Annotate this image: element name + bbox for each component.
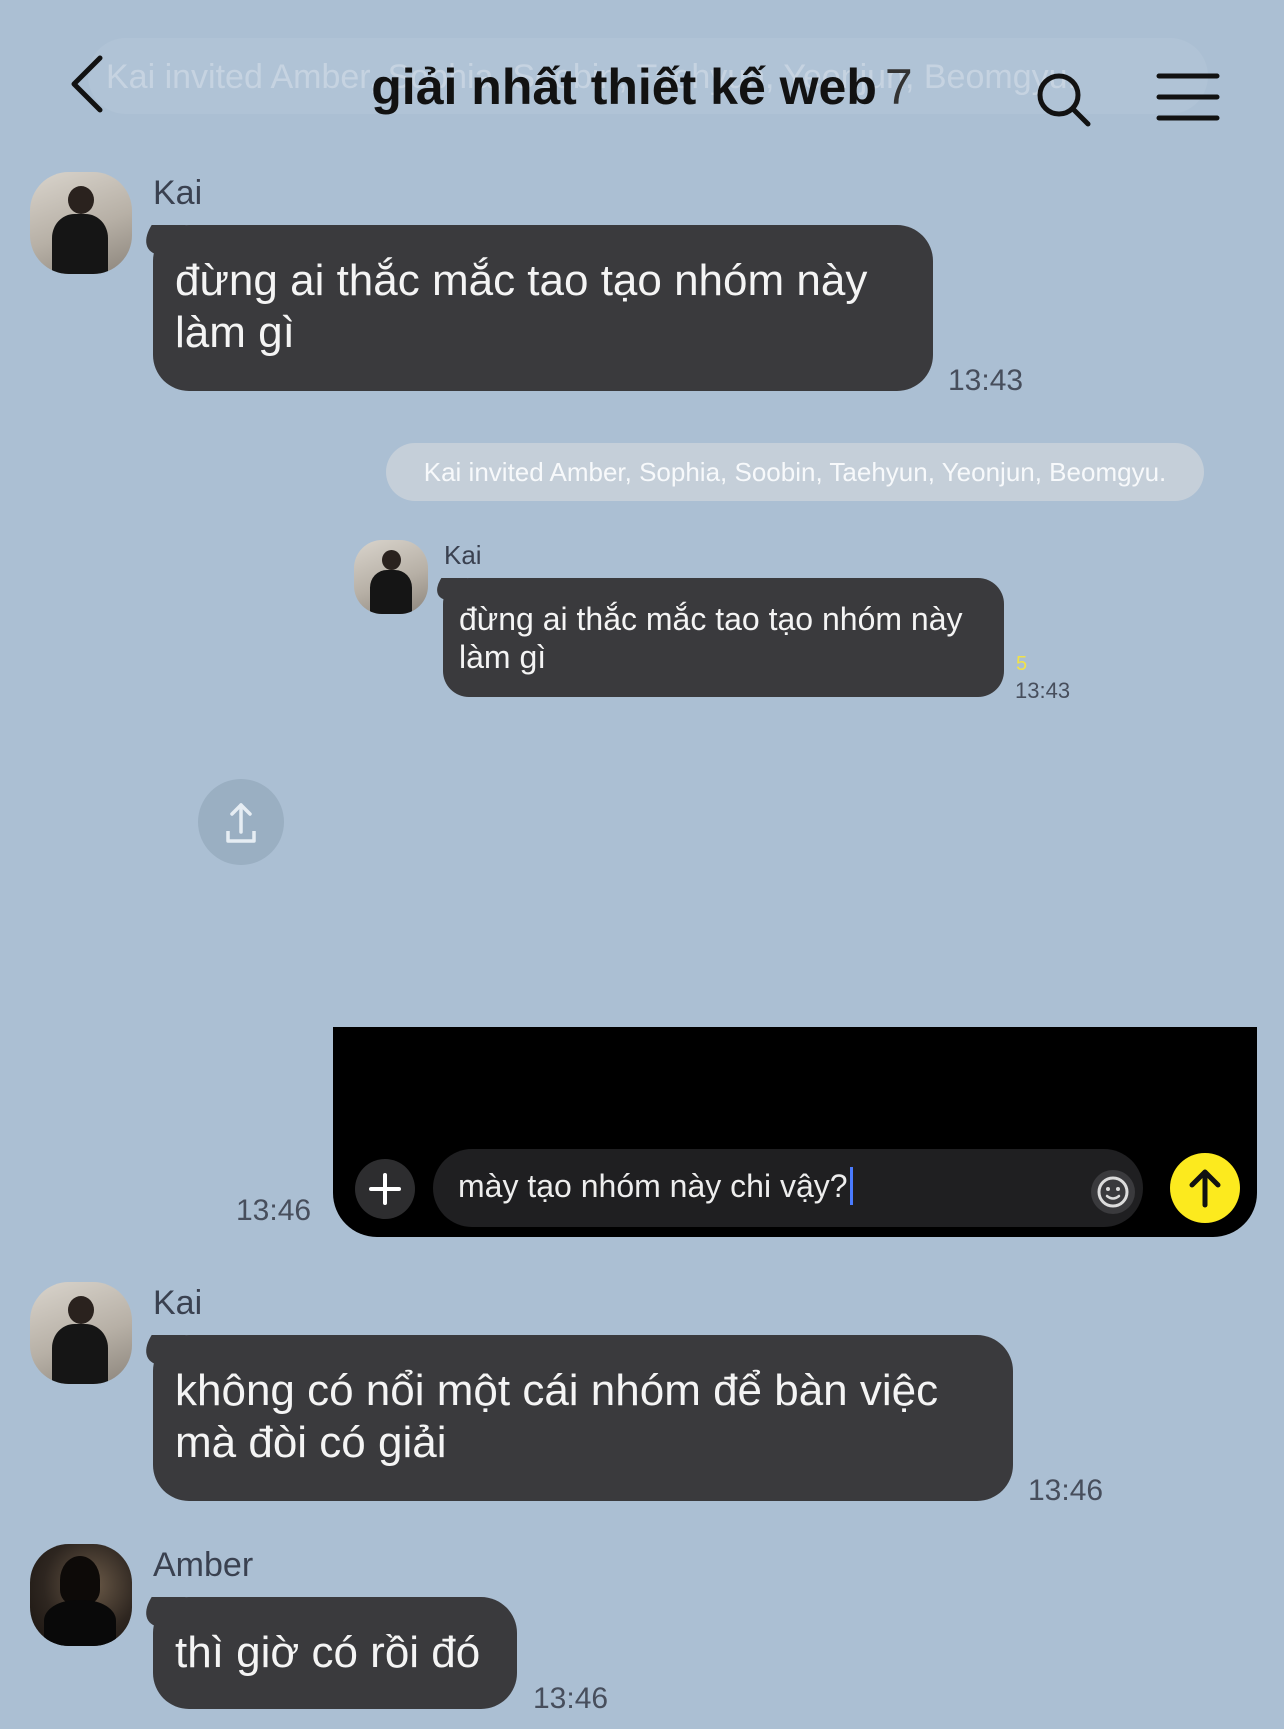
send-arrow-icon — [1189, 1169, 1221, 1208]
message-time: 13:46 — [533, 1682, 609, 1715]
system-notice: Kai invited Amber, Sophia, Soobin, Taehy… — [386, 443, 1204, 501]
sender-name-small: Kai — [444, 540, 482, 570]
image-time: 13:46 — [236, 1194, 312, 1227]
share-button[interactable] — [198, 779, 284, 865]
unread-count: 5 — [1016, 653, 1028, 675]
message-time: 13:46 — [1028, 1474, 1104, 1507]
emoji-button — [1089, 1168, 1137, 1216]
menu-icon — [1156, 73, 1220, 121]
plus-icon — [369, 1173, 401, 1205]
share-icon — [226, 803, 256, 843]
send-button — [1170, 1153, 1240, 1223]
sender-name: Kai — [153, 174, 203, 212]
composer-image[interactable]: mày tạo nhóm này chi vậy? — [333, 1027, 1257, 1237]
avatar-kai[interactable] — [30, 1282, 132, 1384]
message-text-line: mà đòi có giải — [175, 1418, 447, 1467]
avatar-kai-small — [354, 540, 428, 614]
menu-button[interactable] — [1156, 72, 1220, 122]
message-text-line: thì giờ có rồi đó — [175, 1628, 481, 1677]
avatar-amber[interactable] — [30, 1544, 132, 1646]
sender-name: Amber — [153, 1546, 254, 1584]
message-bubble[interactable]: không có nổi một cái nhóm để bàn việc mà… — [153, 1335, 1013, 1501]
input-text: mày tạo nhóm này chi vậy? — [458, 1168, 848, 1204]
member-count: 7 — [884, 59, 913, 115]
search-button[interactable] — [1034, 70, 1094, 130]
message-text-line: đừng ai thắc mắc tao tạo nhóm này — [175, 256, 868, 305]
avatar-kai[interactable] — [30, 172, 132, 274]
message-text-line: không có nổi một cái nhóm để bàn việc — [175, 1366, 939, 1415]
quoted-time: 13:43 — [1015, 678, 1071, 703]
text-caret — [849, 1167, 853, 1205]
quoted-message-bubble: đừng ai thắc mắc tao tạo nhóm này làm gì — [443, 578, 1004, 697]
sender-name: Kai — [153, 1284, 203, 1322]
emoji-icon — [1091, 1170, 1135, 1214]
chat-title-text: giải nhất thiết kế web — [371, 59, 877, 115]
quoted-text-line: đừng ai thắc mắc tao tạo nhóm này — [459, 601, 963, 637]
plus-button — [355, 1159, 415, 1219]
search-icon — [1037, 73, 1091, 127]
chat-header: Kai invited Amber, Sophia, Soobin, Taehy… — [0, 0, 1284, 160]
message-text-line: làm gì — [175, 308, 295, 357]
message-time: 13:43 — [948, 364, 1024, 397]
message-bubble[interactable]: thì giờ có rồi đó — [153, 1597, 517, 1709]
message-input: mày tạo nhóm này chi vậy? — [433, 1149, 1143, 1227]
message-bubble[interactable]: đừng ai thắc mắc tao tạo nhóm này làm gì — [153, 225, 933, 391]
quoted-text-line: làm gì — [459, 639, 547, 675]
